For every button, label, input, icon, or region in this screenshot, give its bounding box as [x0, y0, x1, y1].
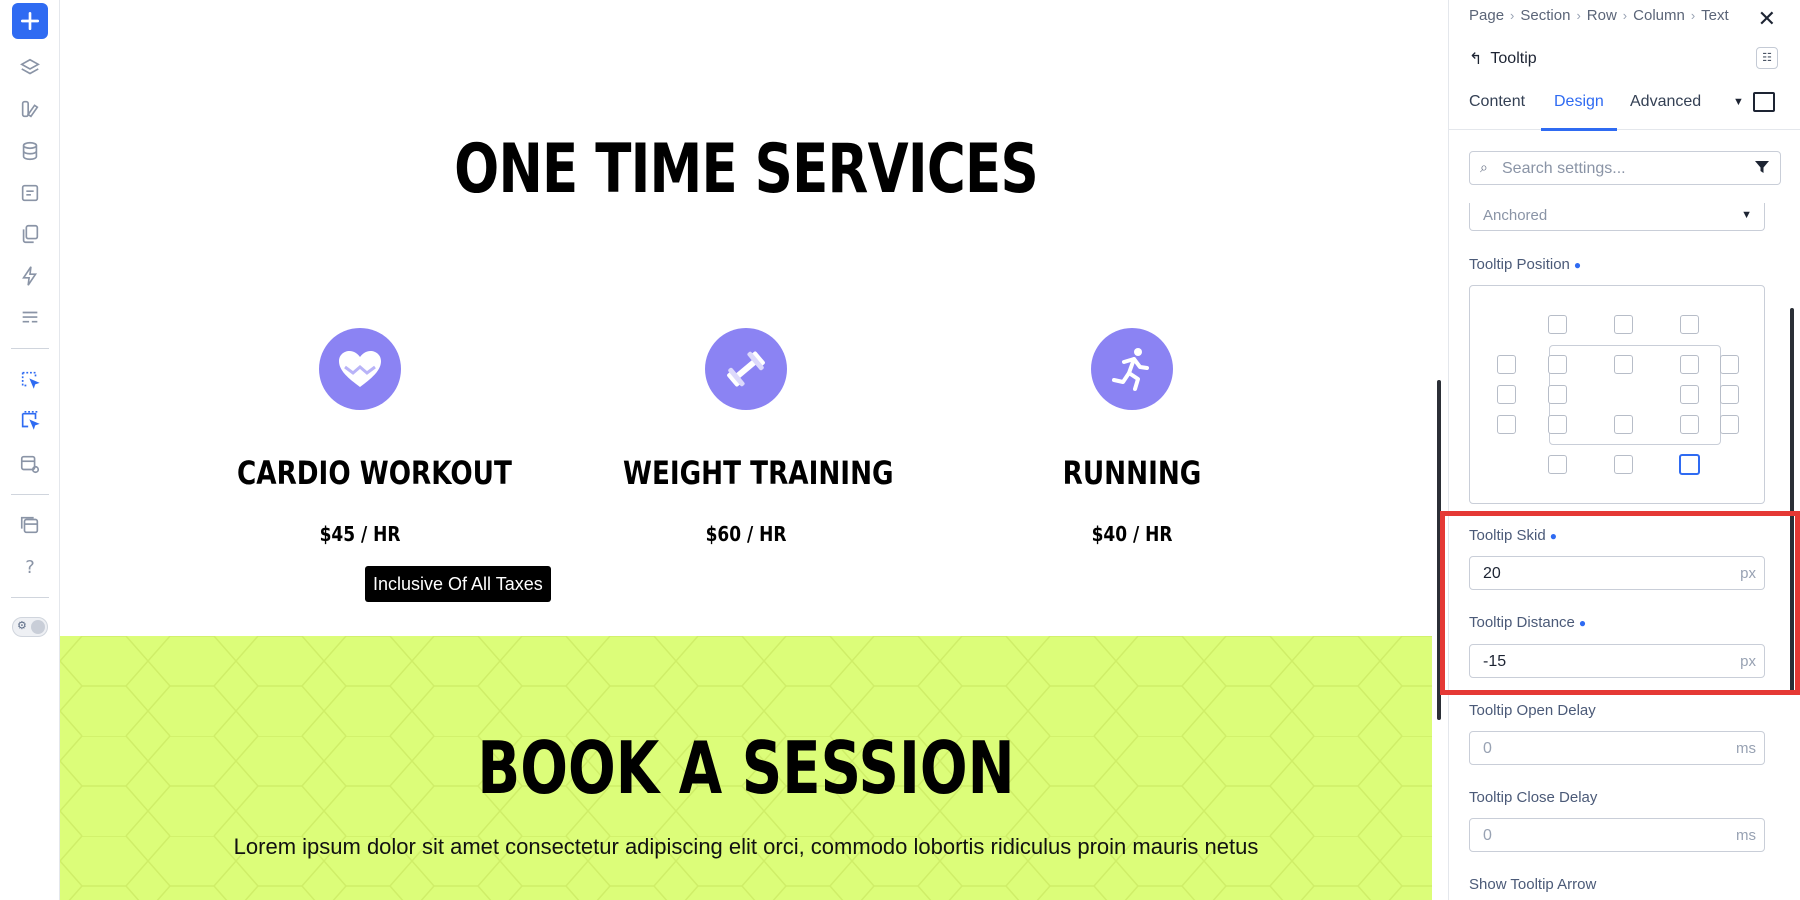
search-placeholder: Search settings...	[1502, 160, 1626, 177]
dumbbell-icon	[705, 328, 787, 410]
preview-icon[interactable]	[12, 446, 48, 482]
position-left-end[interactable]	[1497, 415, 1516, 434]
filter-icon[interactable]	[1754, 159, 1770, 175]
service-name: WEIGHT TRAINING	[623, 454, 894, 492]
heart-icon	[319, 328, 401, 410]
chevron-down-icon[interactable]: ▼	[1733, 96, 1744, 108]
tab-advanced[interactable]: Advanced	[1630, 93, 1701, 111]
database-icon[interactable]	[12, 133, 48, 169]
chevron-down-icon: ▼	[1741, 209, 1752, 221]
position-bottom-start[interactable]	[1548, 455, 1567, 474]
tooltip-open-delay-input[interactable]: 0 ms	[1469, 731, 1765, 765]
breadcrumb-section[interactable]: Section	[1520, 7, 1570, 24]
position-top-end[interactable]	[1680, 315, 1699, 334]
highlight-box	[1440, 511, 1800, 695]
lightning-icon[interactable]	[12, 258, 48, 294]
position-inner-top-end[interactable]	[1680, 355, 1699, 374]
forms-icon[interactable]	[12, 175, 48, 211]
service-card-cardio[interactable]: CARDIO WORKOUT $45 / HR	[210, 328, 512, 546]
gear-icon: ⚙	[17, 620, 27, 632]
position-inner-bottom-end[interactable]	[1680, 415, 1699, 434]
tooltip-open-delay-value: 0	[1483, 740, 1492, 757]
panels-icon[interactable]	[12, 507, 48, 543]
price-tooltip: Inclusive Of All Taxes	[365, 566, 551, 602]
page-canvas: ONE TIME SERVICES CARDIO WORKOUT $45 / H…	[60, 0, 1432, 900]
tooltip-open-delay-label: Tooltip Open Delay	[1469, 702, 1596, 719]
templates-icon[interactable]	[12, 300, 48, 336]
tooltip-type-value: Anchored	[1483, 207, 1548, 224]
back-to-tooltip[interactable]: ↰ Tooltip	[1469, 49, 1537, 69]
help-icon[interactable]: ?	[12, 549, 48, 585]
design-library-icon[interactable]	[12, 91, 48, 127]
position-right-start[interactable]	[1720, 355, 1739, 374]
book-text: Lorem ipsum dolor sit amet consectetur a…	[233, 834, 1259, 859]
position-top[interactable]	[1614, 315, 1633, 334]
breadcrumb-row[interactable]: Row	[1587, 7, 1617, 24]
select-multiple-icon[interactable]	[12, 403, 48, 439]
position-left-start[interactable]	[1497, 355, 1516, 374]
service-card-weight[interactable]: WEIGHT TRAINING $60 / HR	[596, 328, 896, 546]
position-inner-right[interactable]	[1680, 385, 1699, 404]
service-price: $45 / HR	[319, 522, 401, 546]
search-icon: ⌕	[1480, 159, 1488, 175]
book-session-section: BOOK A SESSION Lorem ipsum dolor sit ame…	[60, 636, 1432, 900]
tab-content[interactable]: Content	[1469, 93, 1525, 111]
position-right-end[interactable]	[1720, 415, 1739, 434]
position-inner-left[interactable]	[1548, 385, 1567, 404]
tooltip-position-grid	[1469, 285, 1765, 504]
tooltip-close-delay-label: Tooltip Close Delay	[1469, 789, 1598, 806]
layers-icon[interactable]	[12, 50, 48, 86]
tooltip-close-delay-unit[interactable]: ms	[1736, 827, 1756, 844]
tooltip-close-delay-value: 0	[1483, 827, 1492, 844]
close-icon[interactable]: ✕	[1758, 6, 1776, 32]
panel-options-icon[interactable]: ☷	[1756, 47, 1778, 69]
show-tooltip-arrow-label: Show Tooltip Arrow	[1469, 876, 1597, 893]
position-bottom[interactable]	[1614, 455, 1633, 474]
back-arrow-icon: ↰	[1469, 51, 1483, 68]
position-inner-top-start[interactable]	[1548, 355, 1567, 374]
breadcrumb-page[interactable]: Page	[1469, 7, 1504, 24]
book-title: BOOK A SESSION	[477, 726, 1015, 810]
settings-panel: Page › Section › Row › Column › Text ✕ ↰…	[1448, 0, 1800, 900]
search-input[interactable]: ⌕ Search settings...	[1469, 151, 1781, 185]
panel-title: Tooltip	[1490, 50, 1537, 67]
left-toolbar: ? ⚙	[0, 0, 60, 900]
position-inner-bottom[interactable]	[1614, 415, 1633, 434]
breadcrumb: Page › Section › Row › Column › Text	[1469, 7, 1729, 24]
service-card-running[interactable]: RUNNING $40 / HR	[982, 328, 1282, 546]
select-element-icon[interactable]	[12, 362, 48, 398]
position-inner-bottom-start[interactable]	[1548, 415, 1567, 434]
tab-bar: Content Design Advanced ▼	[1449, 88, 1800, 131]
service-name: RUNNING	[1062, 454, 1202, 492]
breadcrumb-text[interactable]: Text	[1701, 7, 1729, 24]
square-icon[interactable]	[1753, 92, 1775, 112]
service-price: $60 / HR	[705, 522, 787, 546]
runner-icon	[1091, 328, 1173, 410]
add-icon[interactable]	[12, 3, 48, 39]
pages-icon[interactable]	[12, 216, 48, 252]
tooltip-close-delay-input[interactable]: 0 ms	[1469, 818, 1765, 852]
services-title: ONE TIME SERVICES	[454, 130, 1039, 209]
breadcrumb-column[interactable]: Column	[1633, 7, 1685, 24]
service-price: $40 / HR	[1091, 522, 1173, 546]
theme-toggle[interactable]: ⚙	[12, 617, 48, 637]
position-left[interactable]	[1497, 385, 1516, 404]
tooltip-position-label: Tooltip Position ●	[1469, 256, 1582, 273]
position-top-start[interactable]	[1548, 315, 1567, 334]
active-tab-indicator	[1541, 128, 1617, 131]
position-bottom-end-selected[interactable]	[1679, 454, 1700, 475]
position-inner-top[interactable]	[1614, 355, 1633, 374]
position-right[interactable]	[1720, 385, 1739, 404]
tooltip-open-delay-unit[interactable]: ms	[1736, 740, 1756, 757]
service-name: CARDIO WORKOUT	[237, 454, 512, 492]
tab-design[interactable]: Design	[1554, 93, 1604, 111]
tooltip-type-select[interactable]: Anchored ▼	[1469, 203, 1765, 231]
